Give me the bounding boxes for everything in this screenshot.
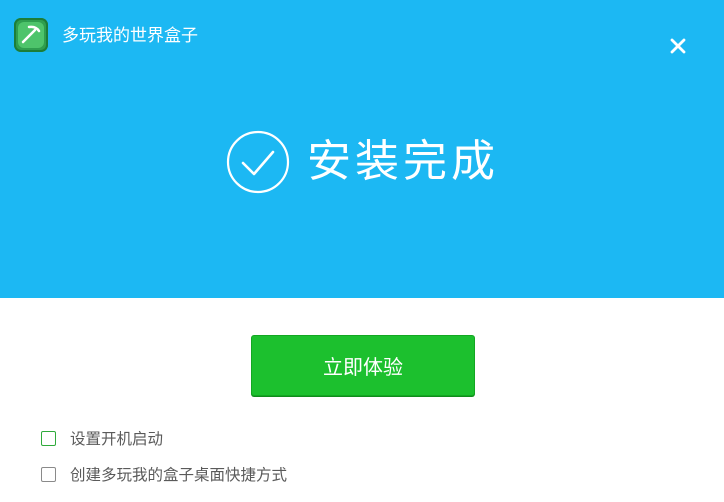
startup-option[interactable]: 设置开机启动 [41, 428, 163, 448]
install-status: 安装完成 [225, 127, 499, 197]
pickaxe-icon [14, 18, 48, 52]
check-circle-icon [225, 129, 291, 195]
startup-option-label: 设置开机启动 [70, 430, 164, 448]
start-experience-button[interactable]: 立即体验 [251, 335, 475, 396]
window-title: 多玩我的世界盒子 [62, 26, 198, 46]
close-icon[interactable] [662, 30, 694, 62]
startup-checkbox[interactable] [41, 430, 56, 446]
installer-window: 多玩我的世界盒子 安装完成 立即体验 设置开机启动 创建多玩我的盒子桌面快捷方式 [0, 0, 724, 502]
status-text: 安装完成 [307, 136, 499, 187]
desktop-shortcut-option-label: 创建多玩我的盒子桌面快捷方式 [70, 466, 288, 484]
desktop-shortcut-option[interactable]: 创建多玩我的盒子桌面快捷方式 [41, 464, 287, 484]
hero-banner: 多玩我的世界盒子 安装完成 [0, 0, 724, 298]
desktop-shortcut-checkbox[interactable] [41, 466, 56, 482]
